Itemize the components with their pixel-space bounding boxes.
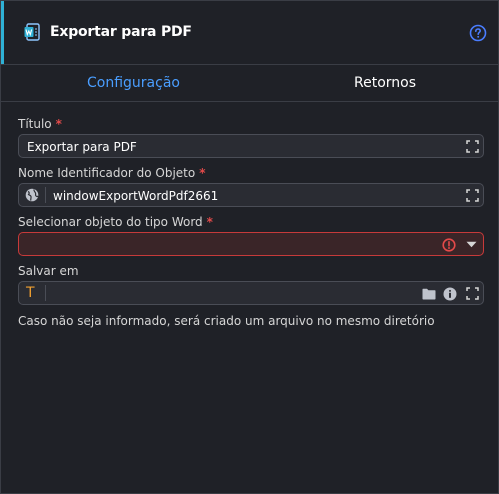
expand-icon[interactable] bbox=[466, 287, 479, 300]
nome-value: windowExportWordPdf2661 bbox=[53, 189, 219, 203]
required-mark: * bbox=[55, 117, 62, 131]
expand-icon[interactable] bbox=[466, 189, 479, 202]
error-circle-icon bbox=[442, 238, 456, 252]
prefix-divider bbox=[45, 187, 46, 203]
tab-configuracao[interactable]: Configuração bbox=[87, 75, 180, 91]
salvar-em-input[interactable]: T bbox=[18, 281, 484, 305]
info-icon[interactable] bbox=[443, 287, 457, 301]
word-object-select[interactable] bbox=[18, 232, 484, 256]
nome-label: Nome Identificador do Objeto * bbox=[18, 166, 206, 180]
word-label-text: Selecionar objeto do tipo Word bbox=[18, 215, 203, 229]
salvar-label-text: Salvar em bbox=[18, 264, 79, 278]
panel-header: Exportar para PDF bbox=[1, 1, 498, 64]
export-pdf-panel: Exportar para PDF Configuração Retornos … bbox=[0, 0, 499, 494]
titulo-label-text: Título bbox=[18, 117, 52, 131]
panel-title: Exportar para PDF bbox=[50, 24, 192, 40]
salvar-hint-text: Caso não seja informado, será criado um … bbox=[18, 314, 435, 328]
folder-icon[interactable] bbox=[422, 288, 436, 300]
salvar-label: Salvar em bbox=[18, 264, 79, 278]
help-circle-icon[interactable] bbox=[469, 24, 487, 42]
titulo-value: Exportar para PDF bbox=[27, 140, 137, 154]
required-mark: * bbox=[199, 166, 206, 180]
tab-retornos[interactable]: Retornos bbox=[354, 75, 416, 91]
tabs-divider bbox=[1, 101, 499, 102]
nome-label-text: Nome Identificador do Objeto bbox=[18, 166, 196, 180]
nome-identificador-input[interactable]: windowExportWordPdf2661 bbox=[18, 183, 484, 207]
word-document-icon bbox=[24, 23, 40, 41]
prefix-divider bbox=[45, 285, 46, 301]
chevron-down-icon[interactable] bbox=[466, 241, 477, 248]
tab-bar: Configuração Retornos bbox=[1, 65, 499, 101]
titulo-input[interactable]: Exportar para PDF bbox=[18, 134, 484, 158]
text-type-icon[interactable]: T bbox=[26, 285, 35, 301]
required-mark: * bbox=[206, 215, 213, 229]
expand-icon[interactable] bbox=[466, 140, 479, 153]
titulo-label: Título * bbox=[18, 117, 62, 131]
globe-icon bbox=[25, 188, 39, 202]
word-label: Selecionar objeto do tipo Word * bbox=[18, 215, 213, 229]
